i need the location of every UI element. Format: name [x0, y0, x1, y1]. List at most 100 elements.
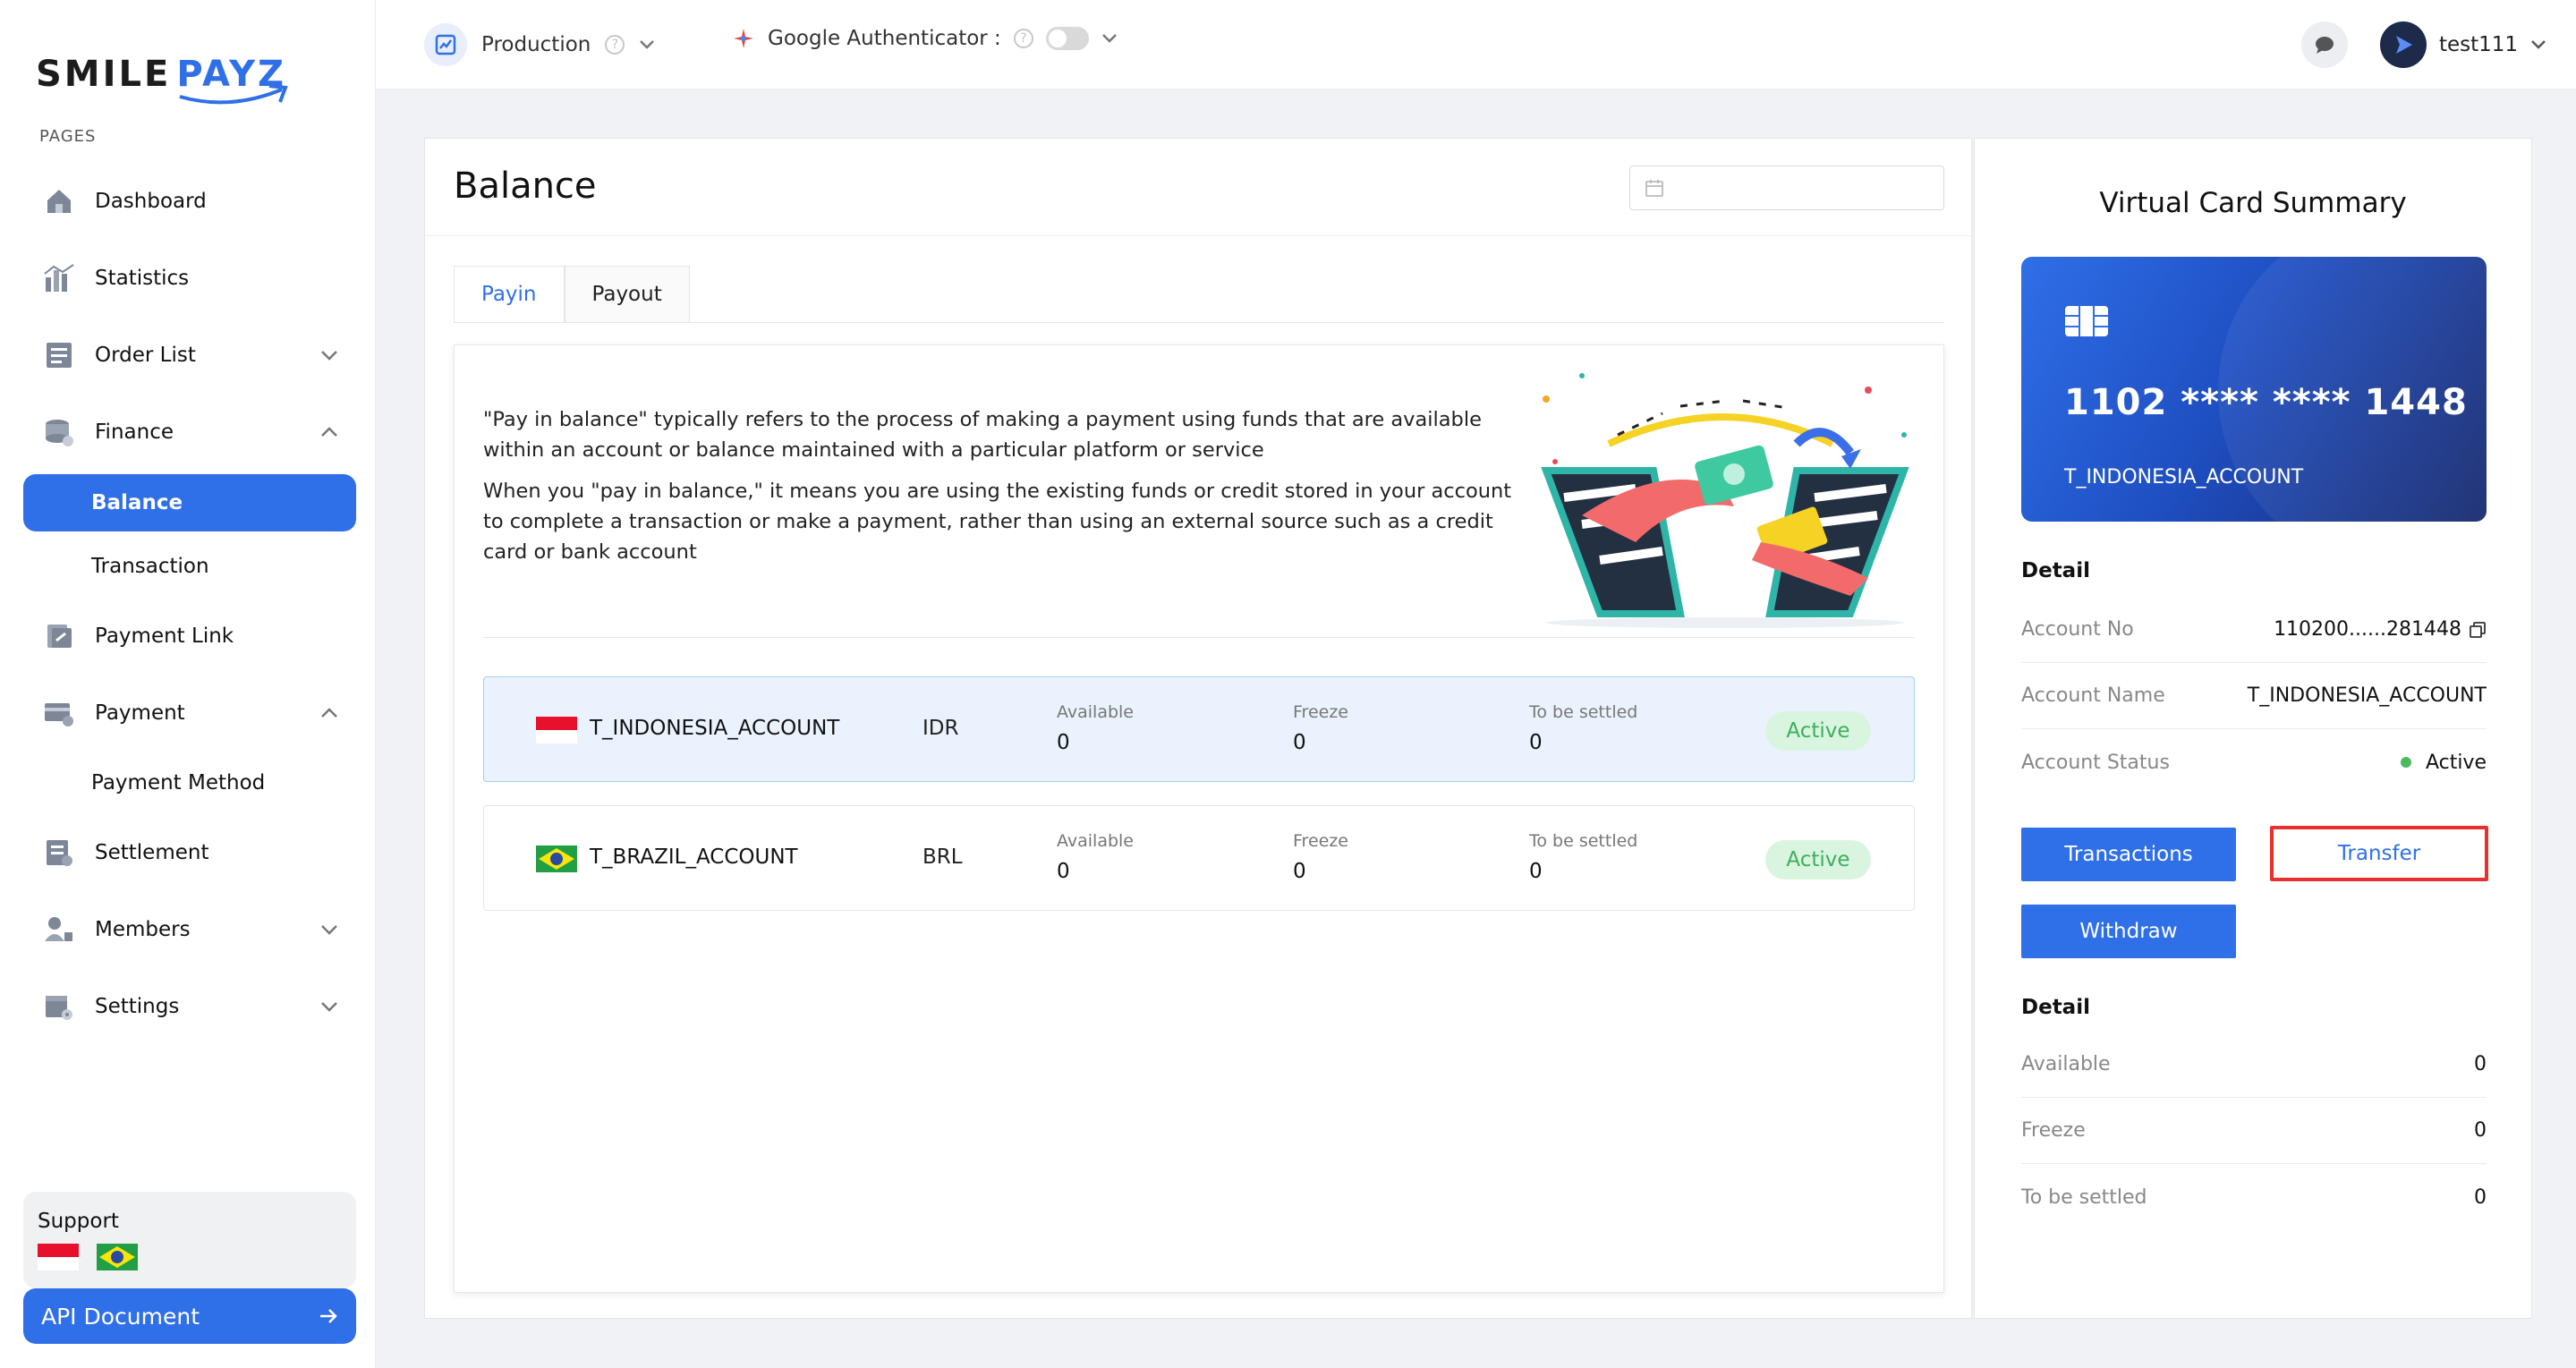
detail-key: Account Status [2021, 751, 2170, 774]
available-column: Available 0 [1057, 831, 1134, 883]
description-paragraph: When you "pay in balance," it means you … [483, 480, 1512, 564]
summary-title: Virtual Card Summary [2099, 187, 2407, 219]
detail-section-label: Detail [2021, 559, 2090, 582]
transactions-button[interactable]: Transactions [2021, 828, 2236, 881]
freeze-label: Freeze [1293, 702, 1348, 722]
support-label: Support [38, 1210, 119, 1233]
chevron-down-icon [2531, 40, 2546, 49]
environment-selector[interactable]: Production ? [424, 23, 655, 66]
card-number: 1102 **** **** 1448 [2064, 382, 2468, 423]
detail-row-account-name: Account Name T_INDONESIA_ACCOUNT [2021, 663, 2487, 729]
chat-bubble-icon [2316, 37, 2334, 54]
indonesia-flag-icon[interactable] [38, 1244, 79, 1270]
sidebar-item-payment-link[interactable]: Payment Link [23, 598, 356, 675]
coins-icon [41, 414, 77, 450]
account-row-brazil[interactable]: T_BRAZIL_ACCOUNT BRL Available 0 Freeze 0 … [483, 805, 1915, 911]
detail-key: Account No [2021, 618, 2134, 641]
account-name: T_BRAZIL_ACCOUNT [590, 845, 798, 869]
chevron-down-icon [640, 40, 655, 49]
tab-payin[interactable]: Payin [454, 266, 565, 323]
sidebar-item-order-list[interactable]: Order List [23, 317, 356, 394]
sidebar-item-statistics[interactable]: Statistics [23, 240, 356, 317]
available-value: 0 [1057, 860, 1070, 883]
freeze-value: 0 [1293, 731, 1306, 754]
sidebar-item-dashboard[interactable]: Dashboard [23, 163, 356, 240]
avatar [2380, 21, 2427, 68]
freeze-column: Freeze 0 [1293, 831, 1348, 883]
sidebar-item-balance[interactable]: Balance [23, 474, 356, 531]
detail-row-account-status: Account Status Active [2021, 729, 2487, 795]
sidebar-item-members[interactable]: Members [23, 891, 356, 968]
logo-text-payz: PAYZ [176, 54, 289, 105]
chevron-down-icon [321, 925, 337, 935]
account-currency: IDR [922, 717, 959, 740]
description-paragraph: "Pay in balance" typically refers to the… [483, 408, 1482, 462]
brazil-flag-icon [536, 845, 577, 872]
balance-row-freeze: Freeze 0 [2021, 1098, 2487, 1164]
sidebar-item-label: Finance [95, 421, 174, 444]
api-document-label: API Document [41, 1303, 200, 1330]
virtual-card-summary-panel: Virtual Card Summary 1102 **** **** 1448… [1974, 138, 2532, 1319]
top-bar: Production ? Google Authenticator : ? te… [376, 0, 2576, 89]
account-row-indonesia[interactable]: T_INDONESIA_ACCOUNT IDR Available 0 Freez… [483, 676, 1915, 782]
help-icon[interactable]: ? [605, 35, 625, 55]
transfer-button[interactable]: Transfer [2270, 826, 2488, 881]
detail-value: Active [2400, 752, 2487, 774]
balance-panel: Balance Payin Payout "Pay in balance" ty… [424, 138, 1972, 1319]
list-icon [41, 337, 77, 373]
detail-key: Account Name [2021, 684, 2165, 707]
balance-value: 0 [2474, 1119, 2487, 1142]
sidebar-item-settlement[interactable]: Settlement [23, 814, 356, 891]
settlement-icon [41, 835, 77, 871]
sidebar-item-payment[interactable]: Payment [23, 675, 356, 752]
sidebar-item-finance[interactable]: Finance [23, 394, 356, 471]
detail-section-label: Detail [2021, 996, 2090, 1019]
chat-button[interactable] [2301, 21, 2348, 68]
settled-column: To be settled 0 [1529, 702, 1637, 754]
status-dot-icon [2400, 757, 2411, 768]
balance-key: Available [2021, 1053, 2111, 1075]
sidebar-item-label: Order List [95, 344, 196, 367]
authenticator-label: Google Authenticator : [768, 27, 1001, 50]
settled-value: 0 [1529, 860, 1543, 883]
environment-icon [424, 23, 467, 66]
account-currency: BRL [922, 845, 963, 869]
card-holder-name: T_INDONESIA_ACCOUNT [2064, 466, 2304, 489]
user-menu[interactable]: test111 [2380, 21, 2546, 68]
indonesia-flag-icon [536, 717, 577, 743]
available-label: Available [1057, 702, 1135, 722]
chevron-up-icon [321, 427, 337, 437]
settled-label: To be settled [1529, 702, 1638, 722]
authenticator-toggle[interactable] [1045, 27, 1089, 50]
sidebar-item-settings[interactable]: Settings [23, 968, 356, 1045]
balance-row-settled: To be settled 0 [2021, 1164, 2487, 1230]
chevron-down-icon[interactable] [1101, 33, 1118, 44]
divider [425, 235, 1971, 236]
virtual-card: 1102 **** **** 1448 T_INDONESIA_ACCOUNT [2021, 257, 2487, 522]
brazil-flag-icon[interactable] [97, 1244, 138, 1270]
arrow-right-icon [320, 1309, 337, 1323]
divider [483, 637, 1915, 638]
withdraw-button[interactable]: Withdraw [2021, 905, 2236, 958]
payin-content: "Pay in balance" typically refers to the… [454, 344, 1944, 1293]
tab-underline [454, 322, 1944, 323]
sidebar-item-label: Members [95, 918, 191, 941]
sidebar-item-label: Settings [95, 995, 180, 1018]
sidebar-item-transaction[interactable]: Transaction [23, 535, 356, 598]
brand-logo[interactable]: SMILE PAYZ [36, 43, 289, 106]
date-picker-input[interactable] [1629, 166, 1944, 210]
status-badge: Active [1765, 840, 1871, 879]
help-icon[interactable]: ? [1013, 29, 1033, 48]
tab-payout[interactable]: Payout [564, 266, 690, 323]
balance-value: 0 [2474, 1053, 2487, 1075]
bar-chart-icon [41, 260, 77, 296]
link-icon [41, 618, 77, 654]
copy-icon[interactable] [2469, 621, 2487, 639]
sidebar-item-payment-method[interactable]: Payment Method [23, 752, 356, 814]
chevron-up-icon [321, 708, 337, 718]
freeze-value: 0 [1293, 860, 1306, 883]
api-document-button[interactable]: API Document [23, 1288, 356, 1344]
available-column: Available 0 [1057, 702, 1134, 754]
payment-illustration [1541, 373, 1909, 628]
environment-label: Production [481, 33, 591, 56]
